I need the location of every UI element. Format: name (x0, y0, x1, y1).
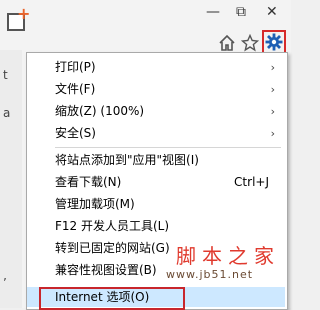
menu-item-label: F12 开发人员工具(L) (55, 219, 170, 233)
menu-item-view-downloads[interactable]: 查看下载(N) Ctrl+J (27, 172, 285, 193)
chevron-right-icon: › (270, 127, 275, 140)
menu-item-label: 查看下载(N) (55, 175, 122, 189)
menu-separator (55, 147, 281, 148)
tools-button[interactable] (262, 30, 286, 54)
menu-item-zoom[interactable]: 缩放(Z) (100%) › (27, 101, 285, 122)
plus-icon: + (17, 4, 31, 23)
chevron-right-icon: › (270, 105, 275, 118)
menu-item-label: 兼容性视图设置(B) (55, 263, 157, 277)
menu-item-security[interactable]: 安全(S) › (27, 123, 285, 144)
minimize-button[interactable]: — (206, 4, 220, 20)
page-text-fragment: t (3, 68, 8, 82)
menu-item-label: 打印(P) (55, 60, 96, 74)
favorites-button[interactable] (239, 32, 261, 54)
new-tab-button[interactable]: + (2, 4, 32, 34)
menu-item-label: 转到已固定的网站(G) (55, 241, 170, 255)
menu-item-label: 安全(S) (55, 126, 96, 140)
page-text-fragment: ’ (3, 276, 7, 290)
star-icon (241, 34, 259, 52)
menu-item-f12-dev-tools[interactable]: F12 开发人员工具(L) (27, 216, 285, 237)
menu-item-label: 缩放(Z) (100%) (55, 104, 145, 118)
menu-item-file[interactable]: 文件(F) › (27, 79, 285, 100)
chevron-right-icon: › (270, 83, 275, 96)
watermark-url: www.jb51.net (166, 268, 254, 281)
menu-item-label: 管理加载项(M) (55, 197, 135, 211)
home-button[interactable] (216, 32, 238, 54)
menu-item-label: 将站点添加到"应用"视图(I) (55, 153, 199, 167)
menu-item-add-site-to-apps[interactable]: 将站点添加到"应用"视图(I) (27, 150, 285, 171)
close-button[interactable]: ✕ (266, 4, 278, 20)
menu-item-manage-addons[interactable]: 管理加载项(M) (27, 194, 285, 215)
restore-button[interactable]: ⧉ (236, 4, 246, 20)
home-icon (219, 34, 235, 51)
chevron-right-icon: › (270, 61, 275, 74)
internet-options-highlight-box (39, 287, 185, 310)
page-text-fragment: a (3, 106, 11, 120)
watermark-title: 脚本之家 (176, 244, 280, 268)
menu-item-print[interactable]: 打印(P) › (27, 57, 285, 78)
page-content-strip: t a ’ (0, 50, 22, 308)
menu-item-shortcut: Ctrl+J (234, 175, 269, 189)
gear-icon (265, 33, 283, 51)
menu-item-label: 文件(F) (55, 82, 96, 96)
